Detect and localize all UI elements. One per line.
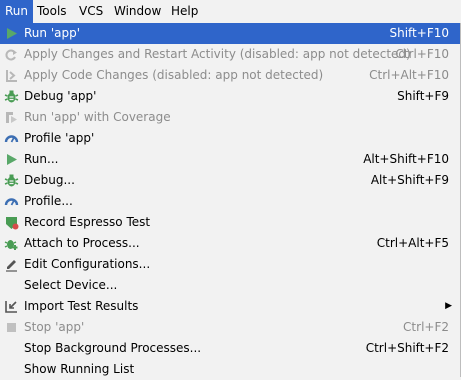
menu-item-select-device[interactable]: Select Device... xyxy=(0,275,460,296)
record-espresso-icon xyxy=(6,217,19,230)
menu-item-run-app[interactable]: Run 'app' Shift+F10 xyxy=(0,23,460,44)
debug-bug-icon xyxy=(4,174,19,187)
stop-square-icon xyxy=(7,323,16,332)
menu-item-label: Run 'app' xyxy=(24,26,81,40)
menu-item-apply-code-changes[interactable]: Apply Code Changes (disabled: app not de… xyxy=(0,65,460,86)
profile-gauge-icon xyxy=(4,198,19,206)
menu-item-shortcut: Ctrl+Alt+F5 xyxy=(376,236,449,250)
attach-debugger-icon xyxy=(4,240,18,250)
apply-code-changes-icon xyxy=(6,70,17,82)
menu-item-label: Run... xyxy=(24,152,59,166)
debug-bug-icon xyxy=(4,90,19,103)
menu-item-shortcut: Alt+Shift+F9 xyxy=(370,173,449,187)
apply-changes-restart-icon xyxy=(5,49,17,61)
menu-item-stop-background-processes[interactable]: Stop Background Processes... Ctrl+Shift+… xyxy=(0,338,460,359)
run-menu-dropdown: Run 'app' Shift+F10 Apply Changes and Re… xyxy=(0,23,461,377)
submenu-arrow-icon: ▶ xyxy=(445,301,452,311)
menubar-run[interactable]: Run xyxy=(0,0,34,23)
menu-item-label: Run 'app' with Coverage xyxy=(24,110,171,124)
menu-item-label: Profile 'app' xyxy=(24,131,95,145)
menu-item-record-espresso-test[interactable]: Record Espresso Test xyxy=(0,212,460,233)
menu-bar: Run Tools VCS Window Help xyxy=(0,0,461,24)
import-test-results-icon xyxy=(5,301,17,313)
menu-item-import-test-results[interactable]: Import Test Results ▶ xyxy=(0,296,460,317)
menu-item-label: Apply Changes and Restart Activity (disa… xyxy=(24,47,411,61)
menu-item-shortcut: Ctrl+Alt+F10 xyxy=(369,68,449,82)
run-triangle-icon xyxy=(7,28,17,39)
menubar-help[interactable]: Help xyxy=(166,0,203,23)
menu-item-edit-configurations[interactable]: Edit Configurations... xyxy=(0,254,460,275)
menu-item-label: Apply Code Changes (disabled: app not de… xyxy=(24,68,324,82)
menu-item-label: Profile... xyxy=(24,194,73,208)
run-triangle-icon xyxy=(7,154,17,165)
menu-item-run-ellipsis[interactable]: Run... Alt+Shift+F10 xyxy=(0,149,460,170)
menu-item-label: Attach to Process... xyxy=(24,236,140,250)
menu-item-label: Record Espresso Test xyxy=(24,215,151,229)
menu-item-apply-changes-restart[interactable]: Apply Changes and Restart Activity (disa… xyxy=(0,44,460,65)
menu-item-label: Edit Configurations... xyxy=(24,257,151,271)
menu-item-attach-to-process[interactable]: Attach to Process... Ctrl+Alt+F5 xyxy=(0,233,460,254)
profile-gauge-icon xyxy=(4,135,19,143)
menu-item-debug-app[interactable]: Debug 'app' Shift+F9 xyxy=(0,86,460,107)
menu-item-debug-ellipsis[interactable]: Debug... Alt+Shift+F9 xyxy=(0,170,460,191)
menu-item-label: Stop 'app' xyxy=(24,320,85,334)
coverage-icon xyxy=(6,112,17,123)
menubar-window[interactable]: Window xyxy=(109,0,166,23)
menu-item-run-with-coverage[interactable]: Run 'app' with Coverage xyxy=(0,107,460,128)
menu-item-shortcut: Ctrl+F10 xyxy=(395,47,449,61)
menu-item-label: Select Device... xyxy=(24,278,118,292)
menu-item-shortcut: Ctrl+Shift+F2 xyxy=(365,341,449,355)
menu-item-stop-app[interactable]: Stop 'app' Ctrl+F2 xyxy=(0,317,460,338)
menu-item-shortcut: Ctrl+F2 xyxy=(403,320,449,334)
menu-item-profile-ellipsis[interactable]: Profile... xyxy=(0,191,460,212)
menu-item-label: Import Test Results xyxy=(24,299,139,313)
edit-pencil-icon xyxy=(6,260,17,272)
menu-item-shortcut: Alt+Shift+F10 xyxy=(363,152,449,166)
menu-item-label: Debug... xyxy=(24,173,75,187)
menu-item-shortcut: Shift+F9 xyxy=(397,89,449,103)
menubar-vcs[interactable]: VCS xyxy=(74,0,108,23)
menu-item-label: Stop Background Processes... xyxy=(24,341,202,355)
menu-item-label: Debug 'app' xyxy=(24,89,97,103)
menu-item-profile-app[interactable]: Profile 'app' xyxy=(0,128,460,149)
menu-item-shortcut: Shift+F10 xyxy=(389,26,449,40)
menubar-tools[interactable]: Tools xyxy=(32,0,72,23)
